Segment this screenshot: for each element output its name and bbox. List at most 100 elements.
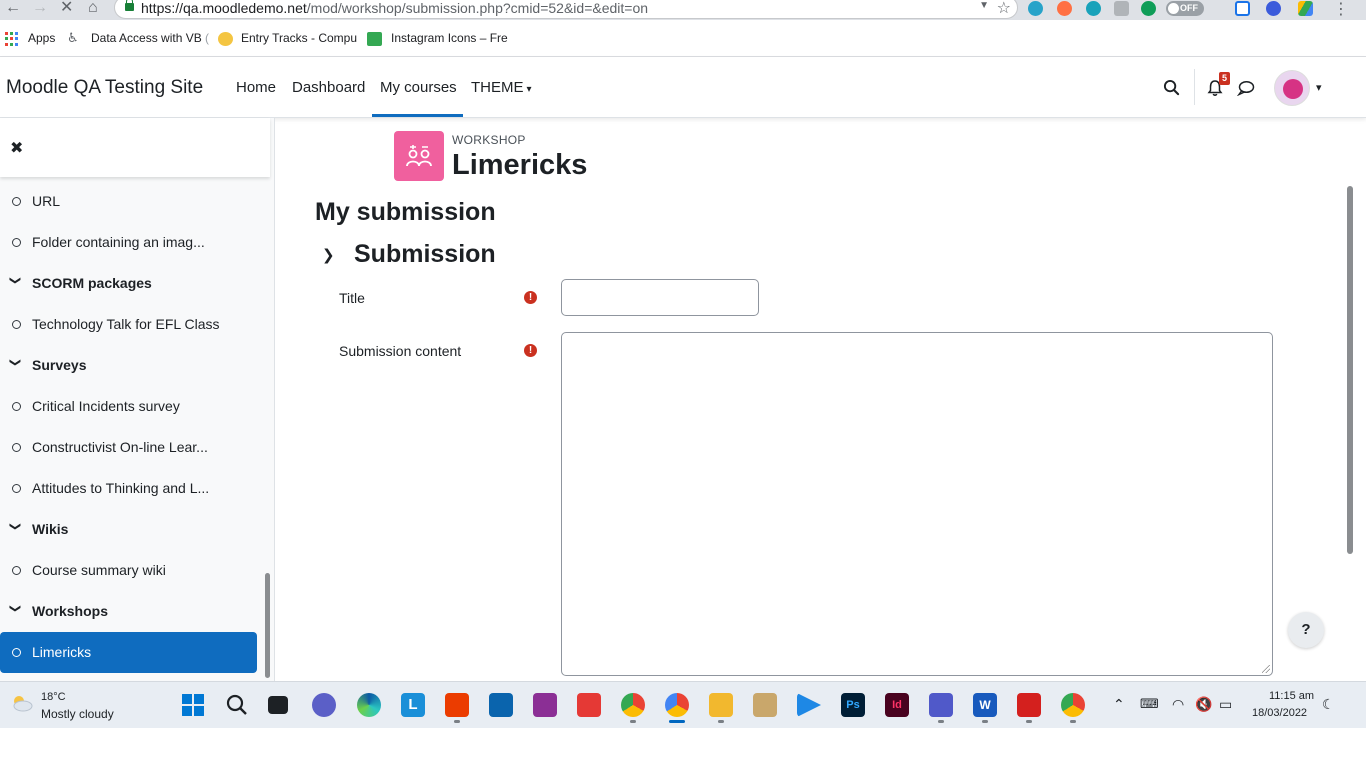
office-icon[interactable] xyxy=(445,693,469,717)
submission-section-toggle[interactable]: Submission xyxy=(354,240,496,269)
nav-dashboard[interactable]: Dashboard xyxy=(292,79,365,96)
volume-muted-icon[interactable]: 🔇 xyxy=(1195,696,1212,713)
drawer-item[interactable]: Limericks xyxy=(0,632,257,673)
edge-icon[interactable] xyxy=(357,693,381,717)
drive-icon[interactable] xyxy=(1298,1,1313,16)
weather-cloud-icon[interactable] xyxy=(10,694,34,712)
help-button[interactable]: ? xyxy=(1288,612,1324,648)
drawer-item[interactable]: Critical Incidents survey xyxy=(0,386,257,427)
drawer-item-label: Wikis xyxy=(32,521,69,537)
running-indicator xyxy=(1026,720,1032,723)
headphones-icon[interactable] xyxy=(1086,1,1101,16)
required-icon: ! xyxy=(524,291,537,304)
play-icon[interactable] xyxy=(797,693,821,717)
drawer-item[interactable]: Attitudes to Thinking and L... xyxy=(0,468,257,509)
teams-icon[interactable] xyxy=(929,693,953,717)
drawer-item[interactable]: Technology Talk for EFL Class xyxy=(0,304,257,345)
download-icon[interactable] xyxy=(1114,1,1129,16)
browser-menu-icon[interactable]: ⋮ xyxy=(1333,0,1349,19)
chevron-down-icon[interactable]: ▾ xyxy=(1316,81,1322,94)
drawer-item[interactable]: Constructivist On-line Lear... xyxy=(0,427,257,468)
bookmark-entry-tracks[interactable]: Entry Tracks - Compu xyxy=(241,31,357,45)
resize-handle-icon[interactable] xyxy=(1262,665,1270,673)
keyboard-icon[interactable]: ⌨ xyxy=(1140,696,1159,712)
nav-my-courses[interactable]: My courses xyxy=(380,79,457,96)
weather-temperature[interactable]: 18°C xyxy=(41,691,66,703)
submission-content-editor[interactable] xyxy=(561,332,1273,676)
chevron-down-icon[interactable]: ❯ xyxy=(9,276,22,285)
recorder-icon[interactable] xyxy=(577,693,601,717)
page-scrollbar[interactable] xyxy=(1347,186,1353,554)
acrobat-icon[interactable] xyxy=(1017,693,1041,717)
drawer-item[interactable]: Course summary wiki xyxy=(0,550,257,591)
mail-icon[interactable] xyxy=(489,693,513,717)
site-name[interactable]: Moodle QA Testing Site xyxy=(6,77,203,99)
extension-toggle[interactable]: OFF xyxy=(1166,1,1204,16)
search-icon[interactable] xyxy=(225,693,249,717)
download-manager-icon[interactable] xyxy=(1141,1,1156,16)
running-indicator xyxy=(630,720,636,723)
word-icon[interactable]: W xyxy=(973,693,997,717)
clock-time[interactable]: 11:15 am xyxy=(1269,690,1314,702)
focus-moon-icon[interactable]: ☾ xyxy=(1322,696,1335,713)
user-avatar[interactable] xyxy=(1274,70,1310,106)
nav-home[interactable]: Home xyxy=(236,79,276,96)
apps-grid-icon[interactable] xyxy=(5,32,20,46)
chrome-active-icon[interactable] xyxy=(665,693,689,717)
required-icon: ! xyxy=(524,344,537,357)
address-bar[interactable]: https://qa.moodledemo.net/mod/workshop/s… xyxy=(114,0,1018,19)
drawer-item[interactable]: Folder containing an imag... xyxy=(0,222,257,263)
title-input[interactable] xyxy=(561,279,759,316)
back-icon[interactable]: ← xyxy=(5,0,21,16)
drawer-section[interactable]: ❯ Wikis xyxy=(0,509,257,550)
search-icon[interactable] xyxy=(1163,79,1180,96)
drawer-section[interactable]: ❯ Workshops xyxy=(0,591,257,632)
bookmark-instagram-icons[interactable]: Instagram Icons – Fre xyxy=(391,31,508,45)
chevron-up-icon[interactable]: ⌃ xyxy=(1113,696,1125,713)
task-view-icon[interactable] xyxy=(268,696,288,714)
extension-icon[interactable] xyxy=(1057,1,1072,16)
home-icon[interactable]: ⌂ xyxy=(88,0,98,16)
chat-icon[interactable] xyxy=(1237,80,1255,96)
extension-icon[interactable] xyxy=(1266,1,1281,16)
store-bag-icon[interactable] xyxy=(753,693,777,717)
indesign-icon[interactable]: Id xyxy=(885,693,909,717)
activity-status-icon xyxy=(12,566,21,575)
drawer-item[interactable]: URL xyxy=(0,181,257,222)
chevron-down-icon[interactable]: ❯ xyxy=(9,522,22,531)
drawer-section[interactable]: ❯ SCORM packages xyxy=(0,263,257,304)
extension-icon[interactable] xyxy=(1235,1,1250,16)
drawer-scrollbar[interactable] xyxy=(265,573,270,678)
bookmark-data-access[interactable]: Data Access with VB ( xyxy=(91,31,209,45)
wifi-icon[interactable]: ◠ xyxy=(1172,696,1184,713)
active-app-indicator xyxy=(669,720,685,723)
stop-icon[interactable]: ✕ xyxy=(60,0,73,16)
app-l-icon[interactable]: L xyxy=(401,693,425,717)
chrome-icon[interactable] xyxy=(621,693,645,717)
chat-app-icon[interactable] xyxy=(312,693,336,717)
course-index-drawer: ✖ URL Folder containing an imag... ❯ SCORM … xyxy=(0,118,275,681)
url-text[interactable]: https://qa.moodledemo.net/mod/workshop/s… xyxy=(141,0,648,16)
url-dropdown-icon[interactable]: ▼ xyxy=(979,0,989,11)
weather-condition[interactable]: Mostly cloudy xyxy=(41,707,114,721)
battery-icon[interactable]: ▭ xyxy=(1219,696,1232,713)
close-drawer-icon[interactable]: ✖ xyxy=(10,138,23,158)
clock-date[interactable]: 18/03/2022 xyxy=(1252,707,1307,719)
forward-icon[interactable]: → xyxy=(32,0,48,16)
file-explorer-icon[interactable] xyxy=(709,693,733,717)
collapse-chevron-icon[interactable]: ❯ xyxy=(322,246,335,264)
drawer-item-label: Folder containing an imag... xyxy=(32,234,205,250)
nav-theme[interactable]: THEME ▾ xyxy=(471,79,532,96)
chevron-down-icon[interactable]: ❯ xyxy=(9,358,22,367)
chevron-down-icon[interactable]: ❯ xyxy=(9,604,22,613)
pet-app-icon[interactable] xyxy=(533,693,557,717)
drawer-item-label: Workshops xyxy=(32,603,108,619)
chrome-profile-icon[interactable] xyxy=(1061,693,1085,717)
photoshop-icon[interactable]: Ps xyxy=(841,693,865,717)
bookmark-star-icon[interactable]: ☆ xyxy=(997,0,1011,18)
windows-start-icon[interactable] xyxy=(181,693,205,717)
extension-icon[interactable] xyxy=(1028,1,1043,16)
drawer-item-label: Course summary wiki xyxy=(32,562,166,578)
drawer-section[interactable]: ❯ Surveys xyxy=(0,345,257,386)
bookmark-apps[interactable]: Apps xyxy=(28,31,55,45)
